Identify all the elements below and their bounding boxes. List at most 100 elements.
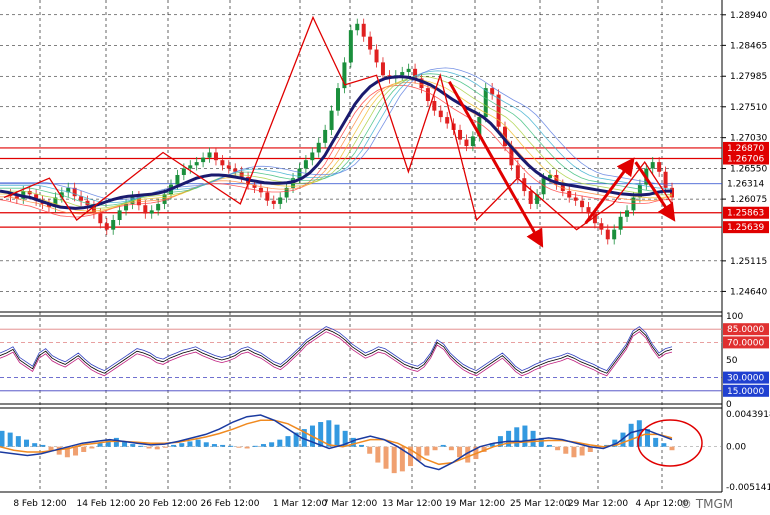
date-label: 25 Mar 12:00: [510, 499, 570, 509]
candle-body: [303, 160, 308, 169]
macd-histogram-bar: [187, 441, 193, 447]
candle-body: [406, 68, 411, 73]
watermark-icon: ℗: [680, 497, 696, 511]
macd-panel: [0, 414, 722, 474]
date-label: 14 Feb 12:00: [76, 499, 135, 509]
macd-histogram-bar: [162, 446, 168, 448]
macd-histogram-bar: [203, 442, 209, 447]
macd-histogram-bar: [113, 437, 119, 447]
macd-histogram-bar: [269, 442, 275, 447]
macd-histogram-bar: [653, 437, 659, 447]
date-label: 26 Feb 12:00: [200, 499, 259, 509]
candle-body: [612, 229, 617, 240]
macd-histogram-bar: [644, 429, 650, 447]
price-tick-label: 1.28940: [730, 11, 767, 21]
date-label: 13 Mar 12:00: [382, 499, 442, 509]
rsi-tick-label: 0: [726, 400, 732, 410]
macd-histogram-bar: [15, 436, 21, 447]
macd-histogram-bar: [277, 439, 283, 447]
macd-histogram-bar: [334, 424, 340, 447]
candle-body: [599, 223, 604, 230]
rsi-level-label: 85.0000: [727, 325, 764, 335]
macd-histogram-bar: [171, 444, 177, 447]
candle-body: [445, 117, 450, 124]
macd-histogram-bar: [32, 443, 38, 447]
candle-body: [316, 142, 321, 153]
rsi-tick-label: 50: [726, 356, 738, 366]
candle-body: [310, 152, 315, 161]
candle-body: [213, 152, 218, 161]
macd-histogram-bar: [138, 445, 144, 447]
macd-histogram-bar: [440, 444, 446, 447]
candle-body: [181, 168, 186, 175]
date-label: 7 Mar 12:00: [323, 499, 378, 509]
rsi-panel: [0, 326, 722, 392]
macd-histogram-bar: [73, 446, 79, 456]
price-axis: 1.289401.284651.279851.275101.270301.265…: [722, 11, 770, 493]
macd-histogram-bar: [285, 436, 291, 447]
macd-histogram-bar: [318, 422, 324, 447]
candle-body: [618, 216, 623, 230]
macd-histogram-bar: [383, 446, 389, 469]
macd-histogram-bar: [24, 439, 30, 447]
candle-body: [657, 162, 662, 172]
price-tick-label: 1.25115: [730, 257, 767, 267]
macd-histogram-bar: [179, 443, 185, 447]
candle-body: [605, 229, 610, 240]
candle-body: [111, 220, 116, 230]
macd-histogram-bar: [154, 446, 160, 450]
macd-histogram-bar: [391, 446, 397, 474]
candle-body: [400, 72, 405, 76]
macd-histogram-bar: [97, 443, 103, 447]
macd-histogram-bar: [236, 446, 242, 448]
macd-histogram-bar: [424, 446, 430, 456]
chart-window: 8 Feb 12:00 14 Feb 12:00 20 Feb 12:00 26 Fe…: [0, 0, 770, 515]
price-tick-label: 1.28465: [730, 41, 767, 51]
candle-body: [547, 174, 552, 179]
macd-histogram-bar: [211, 444, 217, 447]
candle-body: [361, 23, 366, 37]
macd-histogram-bar: [669, 446, 675, 451]
macd-histogram-bar: [628, 423, 634, 447]
candle-body: [156, 203, 161, 211]
macd-histogram-bar: [571, 446, 577, 458]
rsi-level-label: 30.0000: [727, 374, 764, 384]
macd-histogram-bar: [220, 444, 226, 447]
candle-body: [368, 36, 373, 50]
candle-body: [271, 200, 276, 204]
macd-histogram-bar: [530, 430, 536, 447]
candle-body: [265, 192, 270, 201]
macd-tick-label: 0.0043918: [726, 410, 770, 420]
level-label: 1.25639: [727, 223, 764, 233]
candle-body: [329, 110, 334, 130]
candle-body: [438, 110, 443, 118]
macd-histogram-bar: [7, 432, 13, 447]
candle-body: [515, 165, 520, 179]
price-tick-label: 1.26550: [730, 165, 767, 175]
candle-body: [625, 210, 630, 217]
candle-body: [278, 197, 283, 204]
macd-histogram-bar: [432, 446, 438, 451]
candle-body: [580, 200, 585, 208]
rsi-level-label: 70.0000: [727, 338, 764, 348]
macd-histogram-bar: [579, 446, 585, 456]
macd-histogram-bar: [130, 444, 136, 447]
macd-histogram-bar: [326, 420, 332, 447]
macd-histogram-bar: [260, 444, 266, 447]
macd-histogram-bar: [228, 445, 234, 447]
candle-body: [98, 213, 103, 224]
level-label: 1.25863: [727, 209, 764, 219]
candle-body: [650, 162, 655, 169]
price-tick-label: 1.26075: [730, 195, 767, 205]
candle-body: [336, 88, 340, 111]
macd-tick-label: -0.0051412: [726, 483, 770, 493]
macd-histogram-bar: [81, 446, 87, 452]
macd-histogram-bar: [367, 446, 373, 454]
price-tick-label: 1.24640: [730, 287, 767, 297]
macd-histogram-bar: [359, 444, 365, 447]
candle-body: [226, 165, 231, 169]
price-panel: [0, 15, 722, 245]
level-label: 1.26706: [727, 155, 764, 165]
macd-histogram-bar: [514, 427, 520, 447]
rsi-tick-label: 100: [726, 312, 743, 322]
